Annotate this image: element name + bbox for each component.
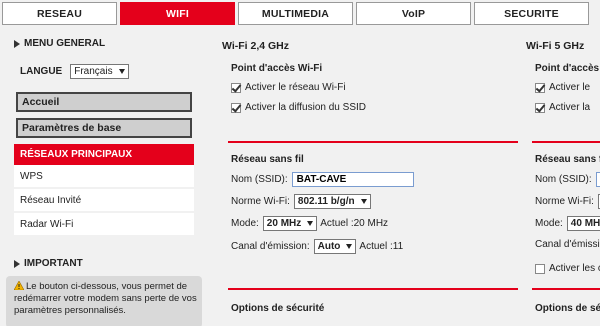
tab-multimedia[interactable]: MULTIMEDIA bbox=[238, 2, 353, 25]
channel-label: Canal d'émission: bbox=[231, 241, 310, 252]
chevron-down-icon bbox=[360, 199, 367, 204]
wifi-norm-value: 802.11 b/g/n bbox=[297, 196, 355, 207]
important-header[interactable]: IMPORTANT bbox=[14, 258, 83, 269]
sidebar: MENU GENERAL LANGUE Français Accueil Par… bbox=[0, 26, 204, 326]
tab-wifi[interactable]: WIFI bbox=[120, 2, 235, 25]
channel-select[interactable]: Auto bbox=[313, 239, 357, 254]
activer-les-checkbox[interactable] bbox=[535, 263, 545, 274]
warning-text: Le bouton ci-dessous, vous permet de red… bbox=[14, 281, 197, 316]
enable-wifi-checkbox[interactable] bbox=[231, 82, 241, 93]
enable-ssid-5-label: Activer la bbox=[549, 102, 591, 113]
enable-ssid-checkbox[interactable] bbox=[231, 102, 241, 113]
chevron-down-icon bbox=[346, 244, 353, 249]
mode-actual: Actuel :20 MHz bbox=[320, 218, 389, 229]
activer-les-row[interactable]: Activer les ca bbox=[535, 263, 600, 274]
enable-ssid-5-checkbox[interactable] bbox=[535, 102, 545, 113]
security-options-5-title: Options de sé bbox=[535, 303, 600, 314]
ssid-5-label: Nom (SSID): bbox=[535, 174, 592, 185]
wireless-network-title: Réseau sans fil bbox=[231, 154, 304, 165]
security-options-title: Options de sécurité bbox=[231, 303, 325, 314]
channel-row: Canal d'émission: Auto Actuel :11 bbox=[231, 239, 403, 254]
sidebar-item-reseau-invite[interactable]: Réseau Invité bbox=[14, 189, 194, 211]
channel-5-row: Canal d'émissio bbox=[535, 239, 600, 250]
chevron-down-icon bbox=[307, 221, 314, 226]
wifi-norm-row: Norme Wi-Fi: 802.11 b/g/n bbox=[231, 194, 371, 209]
channel-5-label: Canal d'émissio bbox=[535, 239, 600, 250]
enable-ssid-5-row[interactable]: Activer la bbox=[535, 102, 590, 113]
enable-wifi-label: Activer le réseau Wi-Fi bbox=[245, 82, 346, 93]
enable-ssid-row[interactable]: Activer la diffusion du SSID bbox=[231, 102, 366, 113]
mode-5-label: Mode: bbox=[535, 218, 563, 229]
triangle-right-icon bbox=[14, 259, 20, 268]
enable-wifi-5-label: Activer le bbox=[549, 82, 591, 93]
activer-les-label: Activer les ca bbox=[549, 263, 600, 274]
channel-value: Auto bbox=[317, 241, 341, 252]
enable-wifi-5-row[interactable]: Activer le bbox=[535, 82, 590, 93]
sidebar-item-parametres-de-base[interactable]: Paramètres de base bbox=[16, 118, 192, 138]
language-select[interactable]: Français bbox=[70, 64, 129, 79]
section-divider bbox=[228, 141, 518, 143]
access-point-title: Point d'accès Wi-Fi bbox=[231, 63, 323, 74]
wifi-norm-5-row: Norme Wi-Fi: a/ bbox=[535, 194, 600, 209]
triangle-right-icon bbox=[14, 39, 20, 48]
ssid-5-row: Nom (SSID): bbox=[535, 172, 600, 187]
mode-value: 20 MHz bbox=[266, 218, 302, 229]
mode-label: Mode: bbox=[231, 218, 259, 229]
language-row: LANGUE Français bbox=[20, 64, 129, 79]
ssid-5-input[interactable] bbox=[595, 172, 600, 187]
tab-voip[interactable]: VoIP bbox=[356, 2, 471, 25]
sidebar-item-radar-wifi[interactable]: Radar Wi-Fi bbox=[14, 213, 194, 235]
ssid-row: Nom (SSID): bbox=[231, 172, 414, 187]
tab-securite[interactable]: SECURITE bbox=[474, 2, 589, 25]
mode-5-row: Mode: 40 MH bbox=[535, 216, 600, 231]
mode-row: Mode: 20 MHz Actuel :20 MHz bbox=[231, 216, 388, 231]
warning-icon bbox=[13, 280, 25, 291]
sidebar-item-wps[interactable]: WPS bbox=[14, 165, 194, 187]
ssid-label: Nom (SSID): bbox=[231, 174, 288, 185]
wifi-norm-5-label: Norme Wi-Fi: bbox=[535, 196, 594, 207]
wifi-5ghz-title: Wi-Fi 5 GHz bbox=[526, 40, 585, 52]
wifi-24ghz-pane: Wi-Fi 2,4 GHz Point d'accès Wi-Fi Active… bbox=[222, 26, 518, 326]
mode-5-select[interactable]: 40 MH bbox=[566, 216, 600, 231]
enable-wifi-5-checkbox[interactable] bbox=[535, 82, 545, 93]
tab-reseau[interactable]: RESEAU bbox=[2, 2, 117, 25]
sidebar-item-reseaux-principaux[interactable]: RÉSEAUX PRINCIPAUX bbox=[14, 144, 194, 165]
ssid-input[interactable] bbox=[291, 172, 414, 187]
enable-wifi-row[interactable]: Activer le réseau Wi-Fi bbox=[231, 82, 346, 93]
mode-5-value: 40 MH bbox=[570, 218, 600, 229]
language-select-value: Français bbox=[74, 66, 113, 77]
wifi-24ghz-title: Wi-Fi 2,4 GHz bbox=[222, 40, 289, 52]
warning-box: Le bouton ci-dessous, vous permet de red… bbox=[6, 276, 202, 326]
enable-ssid-label: Activer la diffusion du SSID bbox=[245, 102, 366, 113]
wifi-5ghz-pane: Wi-Fi 5 GHz Point d'accès Activer le Act… bbox=[526, 26, 600, 326]
wifi-norm-label: Norme Wi-Fi: bbox=[231, 196, 290, 207]
mode-select[interactable]: 20 MHz bbox=[262, 216, 318, 231]
chevron-down-icon bbox=[118, 69, 125, 74]
section-divider bbox=[532, 141, 600, 143]
important-label: IMPORTANT bbox=[24, 258, 83, 269]
menu-general-label: MENU GENERAL bbox=[24, 38, 106, 49]
access-point-5-title: Point d'accès bbox=[535, 63, 600, 74]
channel-actual: Actuel :11 bbox=[359, 241, 404, 252]
top-nav-tabs: RESEAU WIFI MULTIMEDIA VoIP SECURITE bbox=[0, 0, 600, 26]
wifi-norm-select[interactable]: 802.11 b/g/n bbox=[293, 194, 371, 209]
menu-general-header[interactable]: MENU GENERAL bbox=[14, 38, 105, 49]
section-divider bbox=[532, 288, 600, 290]
language-label: LANGUE bbox=[20, 66, 63, 77]
sidebar-item-accueil[interactable]: Accueil bbox=[16, 92, 192, 112]
wireless-network-5-title: Réseau sans f bbox=[535, 154, 600, 165]
section-divider bbox=[228, 288, 518, 290]
